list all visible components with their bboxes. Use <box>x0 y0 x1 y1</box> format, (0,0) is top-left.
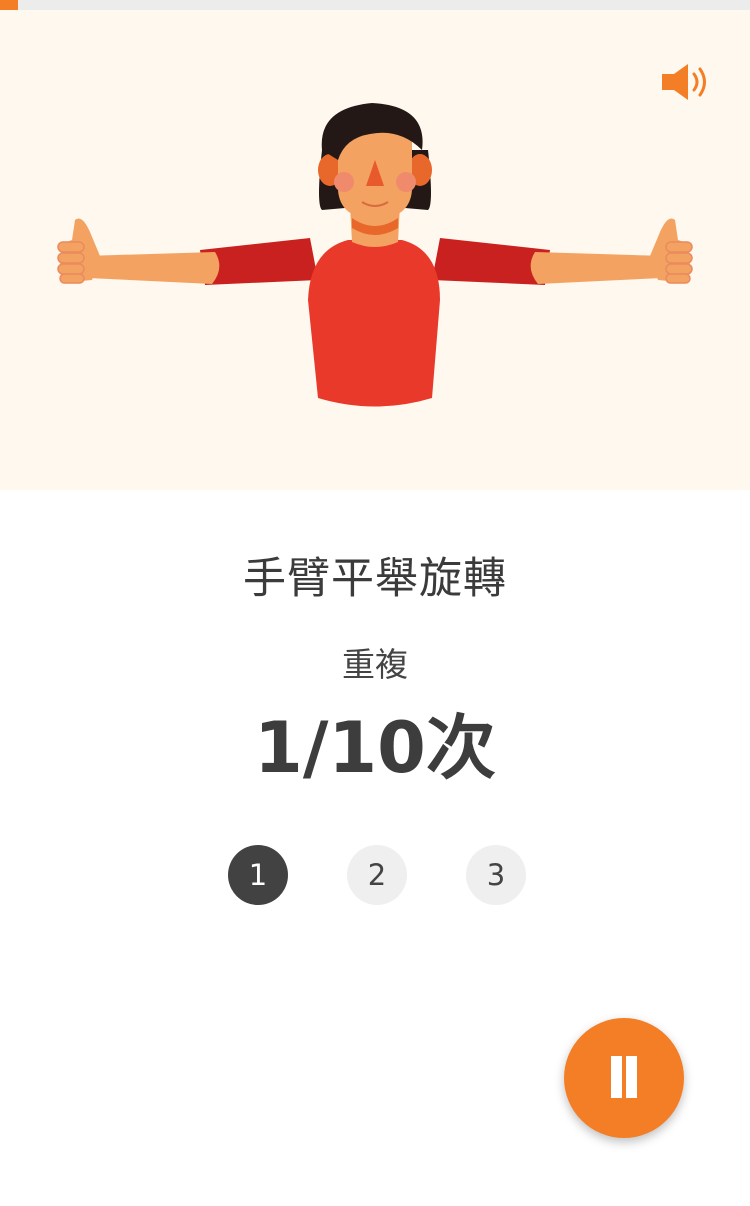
exercise-progress-bar <box>0 0 750 10</box>
sound-toggle-button[interactable] <box>656 58 718 106</box>
set-indicator-1[interactable]: 1 <box>228 845 288 905</box>
set-indicator-3[interactable]: 3 <box>466 845 526 905</box>
set-indicators: 1 2 3 <box>0 845 750 905</box>
pause-button[interactable] <box>564 1018 684 1138</box>
person-arms-extended-illustration <box>57 103 693 407</box>
set-indicator-2[interactable]: 2 <box>347 845 407 905</box>
exercise-progress-fill <box>0 0 18 10</box>
speaker-volume-icon <box>662 64 706 100</box>
set-label: 3 <box>486 858 506 892</box>
set-label: 2 <box>367 858 387 892</box>
set-label: 1 <box>248 858 268 892</box>
rep-count: 1/10次 <box>254 707 496 789</box>
exercise-illustration <box>0 10 750 490</box>
exercise-title: 手臂平舉旋轉 <box>243 554 507 604</box>
repeat-label: 重複 <box>342 645 408 684</box>
